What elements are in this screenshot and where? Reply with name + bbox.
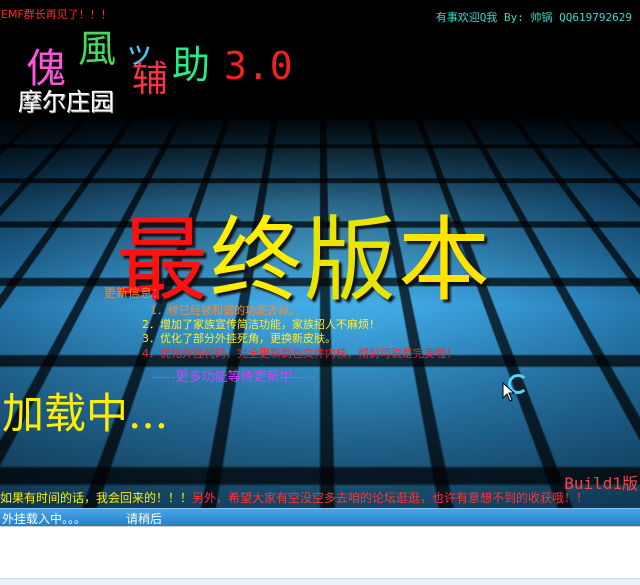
- footer-message-part-b: 另外，希望大家有空没空多去咱的论坛逛逛，也许有意想不到的收获哦！！: [192, 491, 589, 505]
- footer-message-part-a: 如果有时间的话，我会回来的！！！: [0, 491, 193, 505]
- logo-version: 3.0: [224, 44, 293, 88]
- loading-text: 加载中...: [2, 389, 169, 438]
- update-item: 3．优化了部分外挂死角，更换新皮肤。: [142, 332, 336, 345]
- headline-char-3: 版: [304, 207, 399, 314]
- status-wait-text: 请稍后: [126, 512, 163, 526]
- status-loading-text: 外挂载入中。。。: [2, 512, 87, 526]
- logo-char-2: 風: [78, 27, 117, 71]
- logo-char-4: 辅: [132, 59, 169, 100]
- more-features-notice: -----更多功能等待更新中-----: [152, 370, 316, 385]
- logo-subtitle: 摩尔庄园: [18, 88, 114, 116]
- footer-message: 如果有时间的话，我会回来的！！！另外，希望大家有空没空多去咱的论坛逛逛，也许有意…: [0, 489, 588, 506]
- logo-char-5: 助: [172, 43, 211, 87]
- update-item: 4．优化外挂代码，完全更新到包文件内核，彻封可说是完美啦！: [142, 347, 457, 360]
- headline-char-4: 本: [398, 207, 493, 314]
- headline-char-2: 终: [210, 207, 305, 314]
- update-info-title: 更新信息：: [104, 286, 165, 300]
- splash-screen: EMF群长再见了！！！ 有事欢迎Q我 By: 帅锅 QQ619792629 傀 …: [0, 0, 640, 508]
- mouse-cursor-icon: [502, 382, 516, 402]
- status-bar: 外挂载入中。。。 请稍后: [0, 508, 640, 527]
- final-version-headline: 最终版本: [116, 186, 492, 319]
- author-contact: 有事欢迎Q我 By: 帅锅 QQ619792629: [435, 11, 632, 24]
- log-area[interactable]: [0, 526, 640, 579]
